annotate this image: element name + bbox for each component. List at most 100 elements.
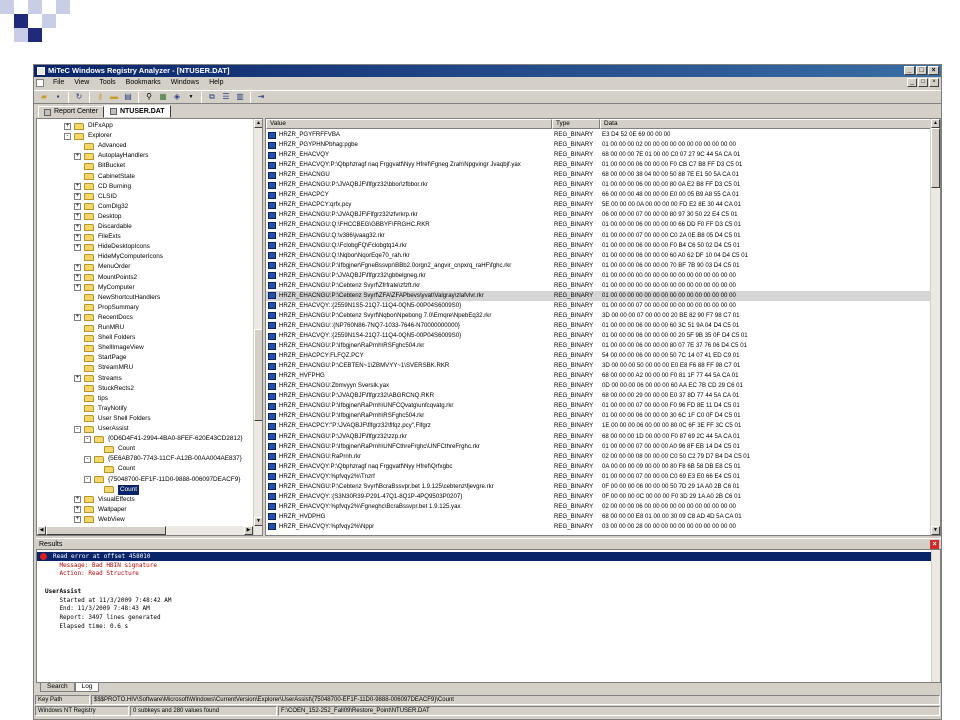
value-row[interactable]: HRZR_EHACNGU:Q:\v386\jvaag32.rkr REG_BINA… <box>266 231 930 241</box>
results-log[interactable]: Elapsed time: 0.6 s Report: 3497 lines g… <box>36 549 941 683</box>
tab-report-center[interactable]: Report Center <box>38 106 104 118</box>
tree-node[interactable]: + ComDlg32 <box>74 202 128 212</box>
tree-node[interactable]: StartPage <box>74 353 126 363</box>
tree-node[interactable]: Count <box>94 464 135 474</box>
value-row[interactable]: HRZR_EHACNGU::{NP760N86-7NQ7-1033-7646-N… <box>266 321 930 331</box>
value-row[interactable]: HRZR_EHACVQY:P:\Qbphzragf naq Frggvatf\N… <box>266 462 930 472</box>
expand-icon[interactable]: + <box>74 243 81 251</box>
tree-node[interactable]: tips <box>74 394 108 404</box>
value-row[interactable]: HRZR_EHACNGU:Q:\Nqbor\NqorEqe70_rah.rkr R… <box>266 251 930 261</box>
value-row[interactable]: HRZR_EHACPCY REG_BINARY 66 00 00 00 48 00 … <box>266 190 930 200</box>
tree-node[interactable]: + CLSID <box>74 192 117 202</box>
cascade-icon[interactable]: ⧉ <box>206 91 218 103</box>
tree-node[interactable]: RunMRU <box>74 323 124 333</box>
value-row[interactable]: HRZR_EHACVQY::{S3N30R39-P291-47Q1-8Q1P-4… <box>266 492 930 502</box>
tree-node[interactable]: + Wallpaper <box>74 505 127 515</box>
collapse-icon[interactable]: - <box>84 455 91 463</box>
collapse-icon[interactable]: - <box>64 132 71 140</box>
tree-node[interactable]: - {5E6AB780-7743-11CF-A12B-00AA004AE837} <box>84 454 242 464</box>
refresh-icon[interactable]: ↻ <box>73 91 85 103</box>
value-row[interactable]: HRZR_EHACNGU:RaPrnh.rkr REG_BINARY 02 00 0… <box>266 452 930 462</box>
expand-icon[interactable]: + <box>74 314 81 322</box>
doc-close-button[interactable]: × <box>929 78 939 87</box>
exit-icon[interactable]: ⇥ <box>255 91 267 103</box>
tree-node[interactable]: Shell Folders <box>74 333 135 343</box>
expand-icon[interactable]: + <box>74 496 81 504</box>
collapse-icon[interactable]: - <box>74 425 81 433</box>
value-row[interactable]: HRZR_EHACNGU:P:\JVAQBJF\flfgrz32\gbbelgn… <box>266 271 930 281</box>
value-row[interactable]: HRZR_EHACPCY:qrfx.pcy REG_BINARY 5E 00 00 … <box>266 200 930 210</box>
maximize-button[interactable]: □ <box>916 66 927 75</box>
menu-tools[interactable]: Tools <box>94 77 120 89</box>
bookmark-add-icon[interactable]: ◈ <box>171 91 183 103</box>
value-row[interactable]: HRZR_EHACNGU:P:\Cebtenz Svyrf\Nqbor\Npeb… <box>266 311 930 321</box>
tree-node[interactable]: BitBucket <box>74 161 125 171</box>
expand-icon[interactable]: + <box>74 223 81 231</box>
menu-view[interactable]: View <box>69 77 94 89</box>
tree-node[interactable]: + AutoplayHandlers <box>74 151 148 161</box>
tree-node[interactable]: + WebView <box>74 515 125 525</box>
tree-node[interactable]: + CD Burning <box>74 182 131 192</box>
tree-node[interactable]: - UserAssist <box>74 424 129 434</box>
tree-node[interactable]: + Desktop <box>74 212 121 222</box>
scroll-down-arrow[interactable]: ▼ <box>931 526 940 535</box>
expand-icon[interactable]: + <box>74 193 81 201</box>
tree-node[interactable]: Advanced <box>74 141 126 151</box>
value-row[interactable]: HRZR_EHACPCY:"P:\JVAQBJF\flfgrz32\flfqz.… <box>266 421 930 431</box>
value-row[interactable]: HRZR_HVDPHG REG_BINARY 68 00 00 00 E8 01 0… <box>266 512 930 522</box>
column-data[interactable]: Data <box>600 119 933 129</box>
tab-log[interactable]: Log <box>74 683 100 692</box>
value-row[interactable]: HRZR_EHACPCY:FLFQZ.PCY REG_BINARY 54 00 00… <box>266 351 930 361</box>
menu-windows[interactable]: Windows <box>166 77 204 89</box>
tree-node[interactable]: HideMyComputerIcons <box>74 252 163 262</box>
results-vertical-scrollbar[interactable] <box>931 550 940 682</box>
tree-node[interactable]: + VisualEffects <box>74 495 135 505</box>
value-row[interactable]: HRZR_EHACNGU:P:\CEBTEN~1\ZBMVYY~1\SVERSB… <box>266 361 930 371</box>
expand-icon[interactable]: + <box>74 375 81 382</box>
value-row[interactable]: HRZR_EHACVQY:%pfvqy2%\Tnzrf REG_BINARY 01 … <box>266 472 930 482</box>
value-row[interactable]: HRZR_EHACVQY REG_BINARY 68 00 00 00 7E 01 … <box>266 150 930 160</box>
tree-node[interactable]: User Shell Folders <box>74 414 151 424</box>
doc-restore-button[interactable]: □ <box>918 78 928 87</box>
scroll-left-arrow[interactable]: ◀ <box>37 526 46 535</box>
tree-node[interactable]: Count <box>94 484 140 495</box>
value-row[interactable]: HRZR_EHACNGU:P:\Ifbgjner\RaPrnh\RSFghc50… <box>266 411 930 421</box>
value-row[interactable]: HRZR_EHACVQY:%pfvqy2%\Nppr REG_BINARY 03 0… <box>266 522 930 532</box>
tree-node[interactable]: StuckRects2 <box>74 384 134 394</box>
tree-node[interactable]: StreamMRU <box>74 363 133 373</box>
expand-icon[interactable]: + <box>74 203 81 211</box>
expand-icon[interactable]: + <box>74 284 81 292</box>
value-row[interactable]: HRZR_EHACNGU:Q:\FclobgFQ\Fclobgtq14.rkr R… <box>266 241 930 251</box>
tree-vertical-scrollbar[interactable]: ▲ ▼ <box>253 119 262 535</box>
dropdown-icon[interactable]: ▼ <box>185 91 197 103</box>
tile-vertical-icon[interactable]: ▥ <box>234 91 246 103</box>
scroll-down-arrow[interactable]: ▼ <box>254 517 262 526</box>
tree-node[interactable]: PropSummary <box>74 303 139 313</box>
tree-node[interactable]: + DIFxApp <box>64 121 113 131</box>
values-list[interactable]: Value Type Data HRZR_PGYFRFFVBA REG_BINAR… <box>265 118 941 536</box>
expand-icon[interactable]: + <box>74 516 81 524</box>
value-row[interactable]: HRZR_EHACNGU:P:\Cebtenz Svyrf\BcraBssvpr… <box>266 482 930 492</box>
column-type[interactable]: Type <box>552 119 600 129</box>
value-row[interactable]: HRZR_EHACNGU:P:\Cebtenz Svyrf\ZFA\ZFAPbe… <box>266 290 930 301</box>
folder-icon[interactable]: ▬ <box>108 91 120 103</box>
expand-icon[interactable]: + <box>74 506 81 514</box>
save-icon[interactable]: ▪ <box>52 91 64 103</box>
close-button[interactable]: × <box>928 66 939 75</box>
expand-icon[interactable]: + <box>64 122 71 130</box>
tile-horizontal-icon[interactable]: ☰ <box>220 91 232 103</box>
tree-node[interactable]: TrayNotify <box>74 404 127 414</box>
tree-node[interactable]: ShellImageView <box>74 343 144 353</box>
value-row[interactable]: HRZR_EHACNGU:P:\Ifbgjner\RaPrnh\UNFCQvat… <box>266 401 930 411</box>
tree-node[interactable]: + MountPoints2 <box>74 273 137 283</box>
tab-search[interactable]: Search <box>40 683 75 692</box>
tree-node[interactable]: - Explorer <box>64 131 112 141</box>
key-icon[interactable]: ⚷ <box>94 91 106 103</box>
doc-minimize-button[interactable]: _ <box>907 78 917 87</box>
expand-icon[interactable]: + <box>74 183 81 191</box>
close-results-icon[interactable]: × <box>930 540 939 549</box>
value-row[interactable]: HRZR_EHACNGU:P:\Ifbgjner\FgneBssvpr\BBb2… <box>266 261 930 271</box>
value-row[interactable]: HRZR_EHACVQY:%pfvqy2%\Fgneghc\BcraBssvpr… <box>266 502 930 512</box>
tree-node[interactable]: NewShortcutHandlers <box>74 293 160 303</box>
menu-help[interactable]: Help <box>204 77 228 89</box>
